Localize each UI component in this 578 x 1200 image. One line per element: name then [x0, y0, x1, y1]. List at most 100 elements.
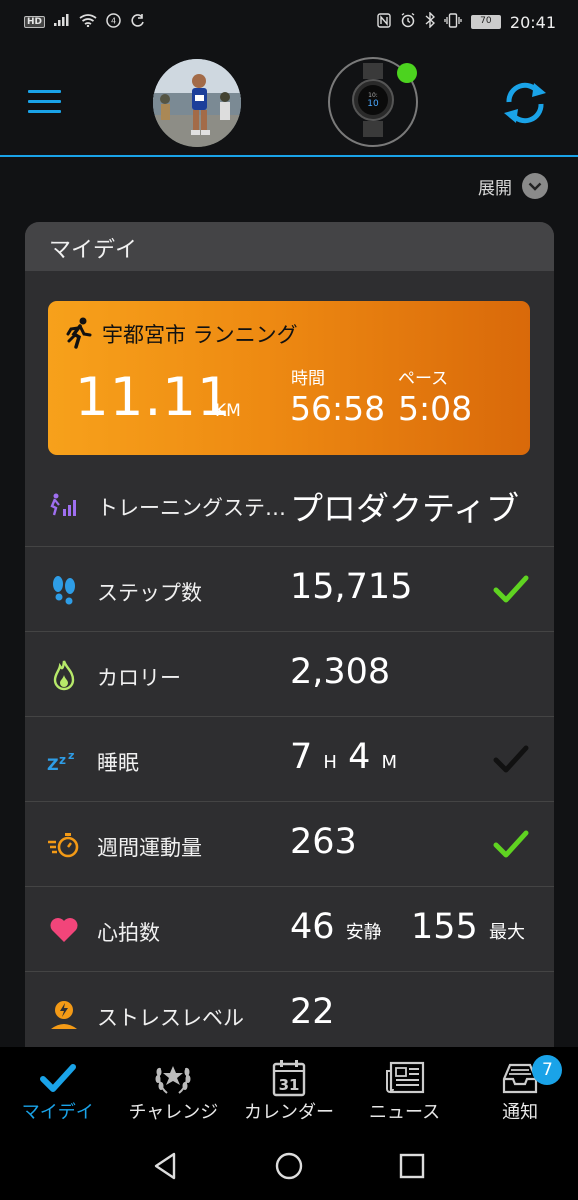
metric-value-resting: 46 安静 [290, 907, 382, 947]
sleep-minutes: 4 [348, 737, 371, 777]
activity-distance-unit: KM [215, 401, 241, 421]
metric-row-training-status[interactable]: トレーニングステ… プロダクティブ [25, 462, 554, 547]
laurel-icon [153, 1059, 193, 1097]
goal-check-icon [493, 573, 529, 605]
activity-name: 宇都宮市 ランニング [102, 323, 298, 347]
clock: 20:41 [509, 12, 556, 32]
expand-label: 展開 [478, 178, 512, 199]
metric-label: 週間運動量 [97, 836, 202, 860]
metric-label: 心拍数 [97, 921, 160, 945]
nav-label: ニュース [369, 1102, 441, 1123]
nav-my-day[interactable]: マイデイ [0, 1047, 116, 1129]
svg-text:10: 10 [367, 99, 379, 109]
system-nav-bar [0, 1129, 578, 1200]
metric-row-heart-rate[interactable]: 心拍数 46 安静 155 最大 [25, 887, 554, 972]
metric-row-steps[interactable]: ステップ数 15,715 [25, 547, 554, 632]
metric-value: 2,308 [290, 652, 391, 692]
sleep-hours: 7 [290, 737, 313, 777]
svg-text:4: 4 [111, 16, 116, 25]
bluetooth-icon [425, 11, 435, 32]
max-hr: 155 [411, 907, 478, 947]
metric-value: 7 H 4 M [290, 737, 397, 777]
metric-row-sleep[interactable]: Z z z 睡眠 7 H 4 M [25, 717, 554, 802]
chevron-down-icon [522, 173, 548, 199]
flame-icon [47, 660, 81, 691]
metric-label: カロリー [97, 666, 181, 690]
card-title: マイデイ [49, 238, 138, 263]
metric-value: プロダクティブ [290, 489, 520, 528]
wifi-icon [79, 13, 97, 31]
nfc-icon [377, 12, 391, 32]
calendar-icon: 31 [269, 1059, 309, 1097]
heart-icon [47, 915, 81, 945]
notification-badge: 7 [532, 1055, 563, 1085]
nav-calendar[interactable]: 31 カレンダー [231, 1047, 347, 1129]
activity-card[interactable]: 宇都宮市 ランニング 11.11 KM 時間 56:58 ペース 5:08 [48, 301, 530, 455]
newspaper-icon [385, 1059, 425, 1097]
expand-toggle[interactable]: 展開 [478, 173, 548, 199]
home-icon[interactable] [274, 1151, 304, 1181]
app-header: 10: 10 [0, 44, 578, 158]
metric-value: 15,715 [290, 567, 413, 607]
metric-value: 263 [290, 822, 357, 862]
card-header: マイデイ [25, 222, 554, 271]
sync-icon[interactable] [500, 80, 550, 126]
data-saver-icon: 4 [106, 12, 121, 32]
svg-text:z: z [68, 749, 74, 762]
running-icon [66, 317, 92, 349]
hamburger-icon[interactable] [28, 90, 61, 114]
header-divider [0, 155, 578, 157]
goal-check-icon [493, 828, 529, 860]
metric-value: 22 [290, 992, 335, 1032]
metric-label: ステップ数 [97, 581, 202, 605]
connection-status-dot [397, 63, 417, 83]
avatar[interactable] [153, 59, 241, 147]
bottom-nav: マイデイ チャレンジ 31 カレンダー ニュース 7 通知 [0, 1047, 578, 1129]
sleep-hours-unit: H [323, 752, 337, 773]
svg-text:z: z [59, 753, 66, 767]
resting-hr: 46 [290, 907, 335, 947]
footsteps-icon [47, 575, 81, 605]
nav-label: カレンダー [243, 1102, 334, 1123]
checkmark-icon [38, 1059, 78, 1097]
metric-label: 睡眠 [97, 751, 139, 775]
max-hr-unit: 最大 [488, 922, 525, 943]
nav-challenges[interactable]: チャレンジ [116, 1047, 232, 1129]
hd-badge: HD [24, 16, 46, 28]
calendar-day: 31 [279, 1076, 300, 1094]
watch-icon: 10: 10 [348, 63, 398, 141]
nav-news[interactable]: ニュース [347, 1047, 463, 1129]
status-bar: HD 4 70 20:41 [0, 0, 578, 44]
goal-check-icon [493, 743, 529, 775]
stopwatch-icon [47, 830, 81, 860]
svg-text:Z: Z [47, 755, 59, 772]
battery-icon: 70 [470, 15, 501, 29]
sleep-minutes-unit: M [381, 752, 398, 773]
stress-icon [47, 1000, 81, 1030]
activity-distance: 11.11 [75, 367, 232, 428]
sleep-icon: Z z z [47, 745, 81, 775]
metric-value-max: 155 最大 [411, 907, 525, 947]
metric-label: ストレスレベル [97, 1006, 244, 1030]
nav-label: 通知 [502, 1102, 539, 1123]
nav-label: チャレンジ [128, 1102, 219, 1123]
nav-label: マイデイ [21, 1102, 94, 1123]
back-icon[interactable] [151, 1151, 181, 1181]
metric-label: トレーニングステ… [97, 496, 286, 520]
activity-pace: 5:08 [398, 389, 473, 428]
rotate-icon [130, 13, 145, 32]
signal-icon [54, 14, 70, 30]
metric-row-stress[interactable]: ストレスレベル 22 [25, 972, 554, 1057]
metric-row-intensity-minutes[interactable]: 週間運動量 263 [25, 802, 554, 887]
metric-row-calories[interactable]: カロリー 2,308 [25, 632, 554, 717]
my-day-card: マイデイ 宇都宮市 ランニング 11.11 KM 時間 56:58 ペース 5:… [25, 222, 554, 1072]
activity-time-label: 時間 [291, 369, 325, 389]
nav-notifications[interactable]: 7 通知 [462, 1047, 578, 1129]
recents-icon[interactable] [397, 1151, 427, 1181]
svg-text:10:: 10: [368, 92, 378, 99]
vibrate-icon [444, 12, 462, 32]
resting-hr-unit: 安静 [345, 922, 382, 943]
alarm-icon [400, 12, 416, 32]
activity-pace-label: ペース [398, 369, 449, 389]
training-status-icon [47, 490, 81, 520]
